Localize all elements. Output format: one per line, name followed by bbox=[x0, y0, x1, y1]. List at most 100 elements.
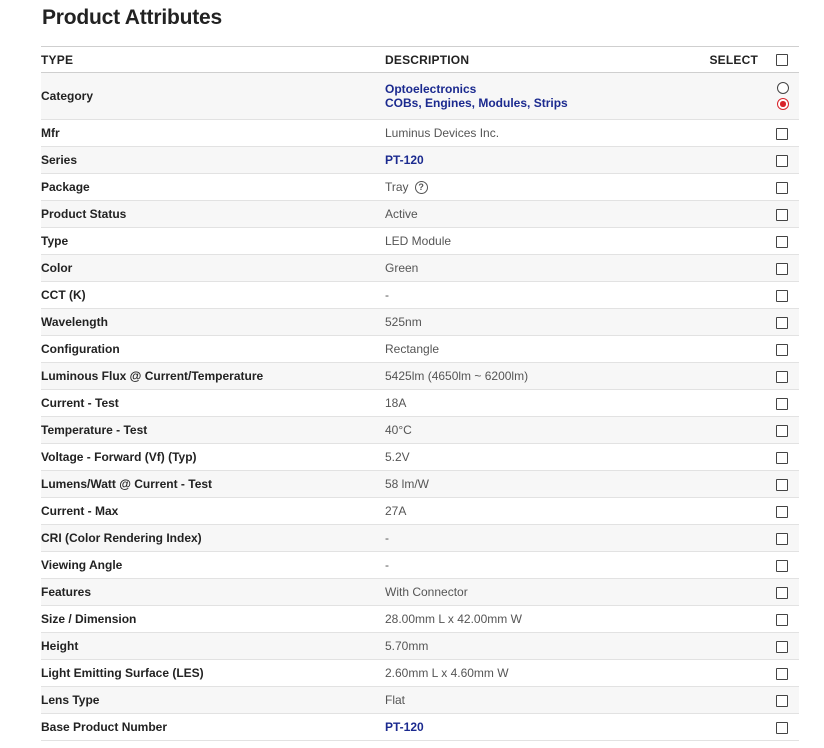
table-header-row: TYPE DESCRIPTION SELECT bbox=[41, 46, 799, 73]
attribute-description: With Connector bbox=[385, 579, 705, 606]
attribute-select bbox=[705, 444, 799, 471]
attribute-description: 28.00mm L x 42.00mm W bbox=[385, 606, 705, 633]
attribute-value: 18A bbox=[385, 396, 407, 410]
category-link-optoelectronics[interactable]: Optoelectronics bbox=[385, 82, 705, 96]
attribute-description: - bbox=[385, 552, 705, 579]
attribute-description: PT-120 bbox=[385, 714, 705, 741]
attribute-type: Configuration bbox=[41, 342, 120, 356]
attribute-checkbox[interactable] bbox=[776, 505, 788, 518]
attribute-select bbox=[705, 73, 799, 120]
attribute-select bbox=[705, 255, 799, 282]
category-radio-cobs-engines-modules-strips[interactable] bbox=[777, 98, 789, 110]
attribute-description: PT-120 bbox=[385, 147, 705, 174]
column-header-select: SELECT bbox=[705, 47, 799, 73]
attribute-description: - bbox=[385, 282, 705, 309]
attribute-checkbox[interactable] bbox=[776, 397, 788, 410]
attribute-value: 525nm bbox=[385, 315, 422, 329]
attribute-checkbox[interactable] bbox=[776, 559, 788, 572]
attribute-type: Features bbox=[41, 585, 92, 599]
attribute-type: Wavelength bbox=[41, 315, 108, 329]
attribute-value: 28.00mm L x 42.00mm W bbox=[385, 612, 522, 626]
attribute-checkbox[interactable] bbox=[776, 235, 788, 248]
table-row: Lumens/Watt @ Current - Test 58 lm/W bbox=[41, 470, 799, 498]
attribute-value: 5.70mm bbox=[385, 639, 429, 653]
attribute-checkbox[interactable] bbox=[776, 370, 788, 383]
attribute-select bbox=[705, 687, 799, 714]
attribute-checkbox[interactable] bbox=[776, 154, 788, 167]
product-attributes-panel: Product Attributes TYPE DESCRIPTION SELE… bbox=[0, 0, 824, 748]
attribute-checkbox[interactable] bbox=[776, 694, 788, 707]
attribute-checkbox[interactable] bbox=[776, 127, 788, 140]
attribute-description: 5.2V bbox=[385, 444, 705, 471]
attribute-checkbox[interactable] bbox=[776, 424, 788, 437]
attribute-type: Temperature - Test bbox=[41, 423, 148, 437]
attribute-value: 5425lm (4650lm ~ 6200lm) bbox=[385, 369, 529, 383]
attribute-value-link[interactable]: PT-120 bbox=[385, 153, 424, 167]
attribute-value: - bbox=[385, 558, 389, 572]
attribute-select bbox=[705, 417, 799, 444]
table-row: Light Emitting Surface (LES) 2.60mm L x 4… bbox=[41, 659, 799, 687]
attribute-select bbox=[705, 363, 799, 390]
attributes-table: TYPE DESCRIPTION SELECT Category Optoele… bbox=[41, 46, 799, 741]
attribute-select bbox=[705, 120, 799, 147]
attribute-value: 5.2V bbox=[385, 450, 410, 464]
attribute-type: Type bbox=[41, 234, 69, 248]
select-all-checkbox[interactable] bbox=[776, 53, 788, 66]
question-circle-icon[interactable]: ? bbox=[414, 181, 428, 195]
attribute-checkbox[interactable] bbox=[776, 262, 788, 275]
attribute-type: Luminous Flux @ Current/Temperature bbox=[41, 369, 264, 383]
attribute-description: 18A bbox=[385, 390, 705, 417]
attribute-checkbox[interactable] bbox=[776, 451, 788, 464]
attribute-value: 40°C bbox=[385, 423, 412, 437]
attribute-checkbox[interactable] bbox=[776, 343, 788, 356]
attribute-checkbox[interactable] bbox=[776, 316, 788, 329]
attribute-type: Lumens/Watt @ Current - Test bbox=[41, 477, 213, 491]
attribute-description: 2.60mm L x 4.60mm W bbox=[385, 660, 705, 687]
attribute-value: Rectangle bbox=[385, 342, 440, 356]
attribute-checkbox[interactable] bbox=[776, 532, 788, 545]
table-row: Package Tray? bbox=[41, 173, 799, 201]
attribute-value-link[interactable]: PT-120 bbox=[385, 720, 424, 734]
attribute-value: - bbox=[385, 288, 389, 302]
attribute-description: 525nm bbox=[385, 309, 705, 336]
table-row: Height 5.70mm bbox=[41, 632, 799, 660]
table-row-category: Category Optoelectronics COBs, Engines, … bbox=[41, 72, 799, 120]
attribute-select bbox=[705, 471, 799, 498]
attribute-type: CRI (Color Rendering Index) bbox=[41, 531, 202, 545]
attribute-checkbox[interactable] bbox=[776, 586, 788, 599]
table-row: CCT (K) - bbox=[41, 281, 799, 309]
attribute-type: Series bbox=[41, 153, 78, 167]
attribute-description: Luminus Devices Inc. bbox=[385, 120, 705, 147]
table-row: Mfr Luminus Devices Inc. bbox=[41, 119, 799, 147]
attribute-type: Lens Type bbox=[41, 693, 100, 707]
table-row: Series PT-120 bbox=[41, 146, 799, 174]
attribute-type: Size / Dimension bbox=[41, 612, 137, 626]
attribute-select bbox=[705, 282, 799, 309]
attribute-checkbox[interactable] bbox=[776, 181, 788, 194]
attribute-description: 40°C bbox=[385, 417, 705, 444]
attribute-checkbox[interactable] bbox=[776, 478, 788, 491]
attribute-checkbox[interactable] bbox=[776, 640, 788, 653]
category-radio-optoelectronics[interactable] bbox=[777, 82, 789, 94]
attribute-checkbox[interactable] bbox=[776, 289, 788, 302]
table-row: Base Product Number PT-120 bbox=[41, 713, 799, 741]
attribute-select bbox=[705, 714, 799, 741]
attribute-checkbox[interactable] bbox=[776, 667, 788, 680]
attribute-select bbox=[705, 579, 799, 606]
table-row: Voltage - Forward (Vf) (Typ) 5.2V bbox=[41, 443, 799, 471]
table-row: CRI (Color Rendering Index) - bbox=[41, 524, 799, 552]
attribute-description: - bbox=[385, 525, 705, 552]
attribute-value: LED Module bbox=[385, 234, 452, 248]
category-link-cobs-engines-modules-strips[interactable]: COBs, Engines, Modules, Strips bbox=[385, 96, 705, 110]
attribute-value: Green bbox=[385, 261, 419, 275]
attribute-description: Rectangle bbox=[385, 336, 705, 363]
attribute-checkbox[interactable] bbox=[776, 721, 788, 734]
attribute-checkbox[interactable] bbox=[776, 613, 788, 626]
attribute-select bbox=[705, 390, 799, 417]
attribute-description: 58 lm/W bbox=[385, 471, 705, 498]
attribute-checkbox[interactable] bbox=[776, 208, 788, 221]
attribute-description: 5425lm (4650lm ~ 6200lm) bbox=[385, 363, 705, 390]
attribute-description: Green bbox=[385, 255, 705, 282]
attribute-value: Luminus Devices Inc. bbox=[385, 126, 500, 140]
table-row: Type LED Module bbox=[41, 227, 799, 255]
